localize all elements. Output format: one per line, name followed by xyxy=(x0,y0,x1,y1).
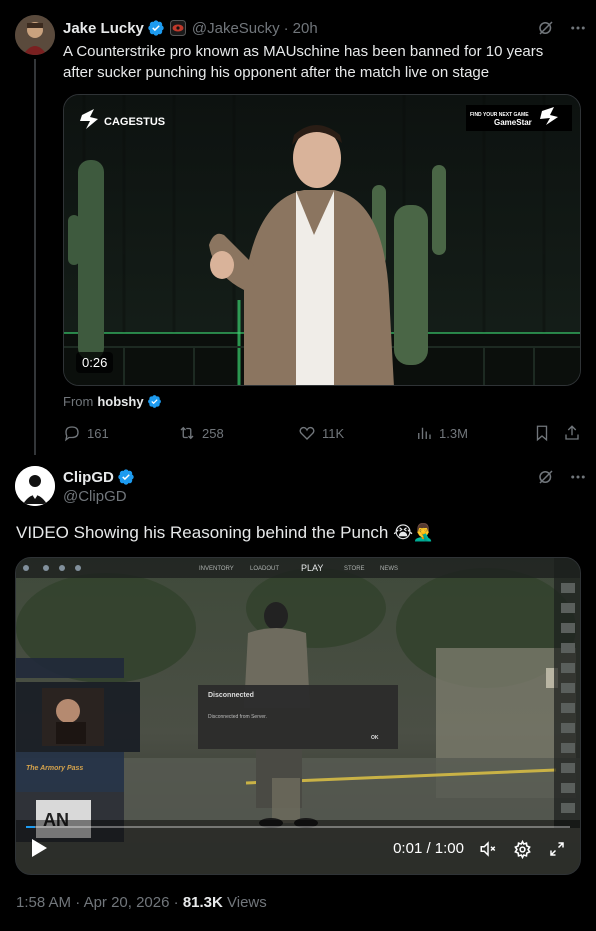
repost-button[interactable]: 258 xyxy=(178,424,224,442)
view-count: 1.3M xyxy=(439,425,468,441)
author-display-name[interactable]: ClipGD xyxy=(63,469,114,486)
fullscreen-icon[interactable] xyxy=(548,840,566,858)
video-frame: CAGESTUS FIND YOUR NEXT GAME GameStar xyxy=(64,95,580,385)
mute-icon[interactable] xyxy=(478,840,498,858)
game-menu-item: NEWS xyxy=(380,566,398,572)
dot-separator: · xyxy=(75,894,81,911)
video-progress-bar[interactable] xyxy=(26,826,570,828)
tweet-text-line: after sucker punching his opponent after… xyxy=(63,64,490,81)
dot-separator: · xyxy=(173,894,179,911)
views-button[interactable]: 1.3M xyxy=(415,424,468,442)
reply-button[interactable]: 161 xyxy=(63,424,109,442)
tweet-text-line: A Counterstrike pro known as MAUschine h… xyxy=(63,43,544,60)
play-icon[interactable] xyxy=(30,838,48,858)
thread-connector-line xyxy=(34,59,36,455)
like-button[interactable]: 11K xyxy=(298,424,344,442)
reply-icon xyxy=(64,426,79,442)
source-account[interactable]: hobshy xyxy=(97,394,143,409)
repost-count: 258 xyxy=(202,425,224,441)
video-progress-fill xyxy=(26,826,36,828)
video-player[interactable]: CAGESTUS FIND YOUR NEXT GAME GameStar 0:… xyxy=(63,94,581,386)
game-menu-item: INVENTORY xyxy=(199,566,234,572)
author-handle[interactable]: @ClipGD xyxy=(63,488,127,505)
heart-icon xyxy=(299,426,315,440)
dialog-ok-button: OK xyxy=(371,735,379,741)
dialog-title: Disconnected xyxy=(208,692,254,699)
post-date[interactable]: Apr 20, 2026 xyxy=(84,894,170,911)
affiliate-badge-icon xyxy=(169,20,186,36)
tweet-text: VIDEO Showing his Reasoning behind the P… xyxy=(16,523,435,542)
repost-icon xyxy=(180,426,194,440)
video-duration-badge: 0:26 xyxy=(76,352,114,373)
verified-badge-icon xyxy=(147,19,165,37)
bookmark-button[interactable] xyxy=(533,424,551,442)
brand-right: GameStar xyxy=(494,118,532,127)
verified-badge-icon xyxy=(147,394,162,409)
grok-icon[interactable] xyxy=(537,468,555,486)
grok-icon[interactable] xyxy=(537,19,555,37)
video-time-display: 0:01 / 1:00 xyxy=(393,840,464,857)
more-options-icon[interactable] xyxy=(569,468,587,486)
promo-title: The Armory Pass xyxy=(26,765,83,772)
game-menu-item: STORE xyxy=(344,566,365,572)
views-label: Views xyxy=(227,894,267,911)
dot-separator: · xyxy=(283,19,289,37)
bookmark-icon xyxy=(536,425,548,442)
share-icon xyxy=(565,425,579,440)
tweet-text: A Counterstrike pro known as MAUschine h… xyxy=(63,41,583,83)
dialog-message: Disconnected from Server. xyxy=(208,714,267,720)
more-options-icon[interactable] xyxy=(569,19,587,37)
tweet-time[interactable]: 20h xyxy=(293,20,318,37)
brand-left: CAGESTUS xyxy=(104,116,165,128)
video-player[interactable]: INVENTORY LOADOUT NEWS STORE PLAY The Ar… xyxy=(15,557,581,875)
views-count: 81.3K xyxy=(182,894,223,911)
jake-lucky-avatar[interactable] xyxy=(15,15,55,55)
verified-badge-icon xyxy=(117,468,135,486)
author-display-name[interactable]: Jake Lucky xyxy=(63,20,144,37)
clipgd-avatar[interactable] xyxy=(15,466,55,506)
tweet-timestamp-footer: 1:58 AM · Apr 20, 2026 · 81.3K Views xyxy=(16,894,267,911)
from-label: From xyxy=(63,394,94,409)
video-controls: 0:01 / 1:00 xyxy=(16,822,580,874)
author-handle[interactable]: @JakeSucky xyxy=(192,20,280,37)
game-menu-item: LOADOUT xyxy=(250,566,279,572)
tweet-actions: 161 258 11K 1.3M xyxy=(63,424,581,444)
share-button[interactable] xyxy=(563,424,581,442)
views-chart-icon xyxy=(418,427,431,439)
video-source-attribution[interactable]: From hobshy xyxy=(63,394,162,409)
reply-count: 161 xyxy=(87,425,109,441)
game-menu-item-play: PLAY xyxy=(301,563,323,573)
settings-gear-icon[interactable] xyxy=(513,840,532,859)
post-time[interactable]: 1:58 AM xyxy=(16,894,71,911)
like-count: 11K xyxy=(322,425,345,441)
